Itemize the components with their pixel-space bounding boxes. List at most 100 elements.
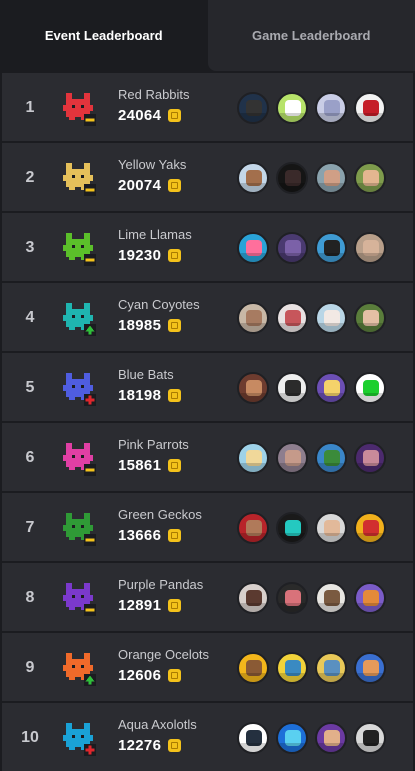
leaderboard-row[interactable]: 1 Red Rabbits 24064 bbox=[2, 73, 413, 143]
avatar-shade bbox=[356, 183, 384, 192]
avatar[interactable] bbox=[276, 582, 308, 614]
leaderboard-row[interactable]: 4 Cyan Coyotes 18985 bbox=[2, 283, 413, 353]
avatar-shade bbox=[239, 463, 267, 472]
avatar[interactable] bbox=[237, 582, 269, 614]
coin-icon bbox=[168, 599, 182, 612]
team-member-avatars bbox=[237, 162, 393, 194]
team-name: Cyan Coyotes bbox=[118, 297, 200, 312]
team-animal-icon bbox=[63, 583, 96, 616]
rank-number: 10 bbox=[21, 729, 39, 746]
avatar[interactable] bbox=[276, 162, 308, 194]
avatar-shade bbox=[356, 743, 384, 752]
avatar[interactable] bbox=[276, 302, 308, 334]
avatar-shade bbox=[239, 323, 267, 332]
rank-number: 1 bbox=[25, 99, 35, 116]
avatar[interactable] bbox=[354, 442, 386, 474]
avatar[interactable] bbox=[276, 512, 308, 544]
team-score: 24064 bbox=[118, 107, 162, 124]
avatar[interactable] bbox=[315, 92, 347, 124]
avatar[interactable] bbox=[354, 162, 386, 194]
avatar[interactable] bbox=[315, 442, 347, 474]
avatar[interactable] bbox=[237, 722, 269, 754]
avatar[interactable] bbox=[276, 92, 308, 124]
score-line: 18985 bbox=[118, 317, 200, 334]
avatar[interactable] bbox=[237, 372, 269, 404]
team-name: Pink Parrots bbox=[118, 437, 189, 452]
leaderboard-row[interactable]: 6 Pink Parrots 15861 bbox=[2, 423, 413, 493]
avatar-shade bbox=[317, 113, 345, 122]
team-score: 18198 bbox=[118, 387, 162, 404]
leaderboard-row[interactable]: 3 Lime Llamas 19230 bbox=[2, 213, 413, 283]
avatar[interactable] bbox=[315, 232, 347, 264]
avatar-shade bbox=[278, 673, 306, 682]
avatar[interactable] bbox=[276, 442, 308, 474]
avatar[interactable] bbox=[237, 302, 269, 334]
avatar[interactable] bbox=[315, 302, 347, 334]
tab-event-leaderboard[interactable]: Event Leaderboard bbox=[0, 0, 208, 71]
team-name: Green Geckos bbox=[118, 507, 202, 522]
avatar[interactable] bbox=[237, 92, 269, 124]
avatar[interactable] bbox=[237, 652, 269, 684]
avatar-shade bbox=[239, 603, 267, 612]
coin-icon bbox=[168, 109, 182, 122]
avatar-shade bbox=[278, 603, 306, 612]
avatar[interactable] bbox=[315, 722, 347, 754]
avatar-shade bbox=[278, 183, 306, 192]
score-line: 12891 bbox=[118, 597, 203, 614]
team-member-avatars bbox=[237, 372, 393, 404]
avatar[interactable] bbox=[354, 92, 386, 124]
avatar[interactable] bbox=[237, 442, 269, 474]
leaderboard-row[interactable]: 9 Orange Ocelots 12606 bbox=[2, 633, 413, 703]
leaderboard-list: 1 Red Rabbits 24064 2 Yellow Yaks 20074 3 Lime … bbox=[0, 71, 415, 771]
coin-icon bbox=[168, 179, 182, 192]
avatar[interactable] bbox=[354, 512, 386, 544]
avatar[interactable] bbox=[276, 722, 308, 754]
coin-icon bbox=[168, 669, 182, 682]
avatar-shade bbox=[317, 183, 345, 192]
avatar[interactable] bbox=[276, 232, 308, 264]
team-name: Yellow Yaks bbox=[118, 157, 187, 172]
avatar[interactable] bbox=[315, 162, 347, 194]
coin-icon bbox=[168, 739, 182, 752]
tab-game-leaderboard[interactable]: Game Leaderboard bbox=[207, 0, 415, 71]
avatar-shade bbox=[239, 673, 267, 682]
team-animal-icon bbox=[63, 723, 96, 756]
rank-number: 9 bbox=[25, 659, 35, 676]
avatar[interactable] bbox=[315, 512, 347, 544]
avatar[interactable] bbox=[276, 372, 308, 404]
avatar[interactable] bbox=[354, 722, 386, 754]
team-name: Lime Llamas bbox=[118, 227, 192, 242]
team-member-avatars bbox=[237, 442, 393, 474]
avatar[interactable] bbox=[276, 652, 308, 684]
leaderboard-row[interactable]: 7 Green Geckos 13666 bbox=[2, 493, 413, 563]
avatar-shade bbox=[317, 393, 345, 402]
avatar[interactable] bbox=[237, 232, 269, 264]
team-score: 13666 bbox=[118, 527, 162, 544]
avatar[interactable] bbox=[315, 652, 347, 684]
avatar[interactable] bbox=[237, 162, 269, 194]
leaderboard-row[interactable]: 10 Aqua Axolotls 12276 bbox=[2, 703, 413, 771]
avatar[interactable] bbox=[237, 512, 269, 544]
team-info: Purple Pandas 12891 bbox=[118, 577, 203, 614]
avatar-shade bbox=[356, 393, 384, 402]
coin-icon bbox=[168, 529, 182, 542]
team-info: Lime Llamas 19230 bbox=[118, 227, 192, 264]
avatar-shade bbox=[356, 323, 384, 332]
avatar[interactable] bbox=[354, 232, 386, 264]
leaderboard-row[interactable]: 8 Purple Pandas 12891 bbox=[2, 563, 413, 633]
team-name: Red Rabbits bbox=[118, 87, 190, 102]
score-line: 15861 bbox=[118, 457, 189, 474]
leaderboard-row[interactable]: 5 Blue Bats 18198 bbox=[2, 353, 413, 423]
team-info: Orange Ocelots 12606 bbox=[118, 647, 209, 684]
avatar[interactable] bbox=[354, 372, 386, 404]
avatar[interactable] bbox=[354, 302, 386, 334]
avatar[interactable] bbox=[315, 582, 347, 614]
avatar[interactable] bbox=[354, 582, 386, 614]
avatar[interactable] bbox=[315, 372, 347, 404]
leaderboard-row[interactable]: 2 Yellow Yaks 20074 bbox=[2, 143, 413, 213]
coin-icon bbox=[168, 249, 182, 262]
avatar-shade bbox=[278, 113, 306, 122]
avatar[interactable] bbox=[354, 652, 386, 684]
team-animal-icon bbox=[63, 233, 96, 266]
team-info: Red Rabbits 24064 bbox=[118, 87, 190, 124]
